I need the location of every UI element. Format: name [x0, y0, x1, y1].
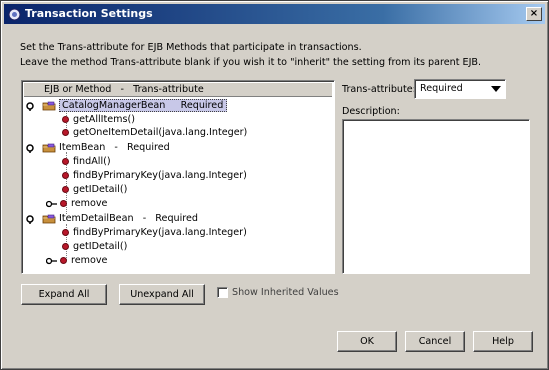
checkbox-box[interactable] [217, 287, 228, 298]
window-title: Transaction Settings [25, 7, 153, 20]
method-dot-icon [62, 129, 69, 136]
method-label: findByPrimaryKey(java.lang.Integer) [73, 170, 247, 181]
help-button[interactable]: Help [473, 331, 533, 352]
tree-row-bean[interactable]: CatalogManagerBean Required [26, 99, 228, 112]
method-label: findByPrimaryKey(java.lang.Integer) [73, 227, 247, 238]
description-area [342, 119, 530, 274]
show-inherited-checkbox[interactable]: Show Inherited Values [217, 287, 339, 298]
description-label: Description: [342, 106, 400, 117]
expand-all-button[interactable]: Expand All [21, 284, 107, 305]
method-label: getIDetail() [73, 184, 128, 195]
method-dot-icon [62, 116, 69, 123]
app-icon [7, 7, 21, 21]
tree-row-method[interactable]: findByPrimaryKey(java.lang.Integer) [62, 169, 247, 182]
method-dot-icon [62, 172, 69, 179]
method-label: findAll() [73, 156, 111, 167]
key-icon [26, 101, 34, 111]
tree-row-method[interactable]: getIDetail() [62, 240, 127, 253]
tree-row-bean[interactable]: ItemDetailBean - Required [26, 212, 198, 225]
trans-attribute-value: Required [420, 83, 463, 94]
show-inherited-label: Show Inherited Values [232, 287, 339, 298]
tree-row-method[interactable]: findByPrimaryKey(java.lang.Integer) [62, 226, 247, 239]
intro-line-1: Set the Trans-attribute for EJB Methods … [20, 42, 362, 53]
cancel-button[interactable]: Cancel [405, 331, 465, 352]
tree-row-remove[interactable]: remove [46, 197, 107, 210]
folder-icon [42, 143, 56, 152]
method-label: getOneItemDetail(java.lang.Integer) [73, 127, 248, 138]
method-dot-icon [60, 200, 67, 207]
key-icon [26, 214, 34, 224]
method-label: getIDetail() [73, 241, 128, 252]
dropdown-arrow-icon[interactable] [489, 82, 503, 96]
key-icon [46, 200, 57, 207]
remove-label: remove [71, 198, 108, 209]
key-icon [46, 257, 57, 264]
bean-label: ItemDetailBean - Required [59, 213, 199, 224]
remove-label: remove [71, 255, 108, 266]
tree-row-method[interactable]: getAllItems() [62, 113, 135, 126]
method-dot-icon [62, 158, 69, 165]
key-icon [26, 143, 34, 153]
folder-icon [42, 214, 56, 223]
intro-line-2: Leave the method Trans-attribute blank i… [20, 57, 482, 68]
method-dot-icon [62, 186, 69, 193]
ejb-method-tree[interactable]: EJB or Method - Trans-attribute CatalogM… [21, 80, 335, 274]
method-dot-icon [62, 243, 69, 250]
trans-attribute-select[interactable]: Required [414, 79, 506, 99]
folder-icon [42, 101, 56, 110]
method-dot-icon [60, 257, 67, 264]
method-label: getAllItems() [73, 114, 135, 125]
unexpand-all-button[interactable]: Unexpand All [119, 284, 205, 305]
transaction-settings-dialog: Transaction Settings × Set the Trans-att… [0, 0, 549, 370]
ok-button[interactable]: OK [337, 331, 397, 352]
tree-row-bean[interactable]: ItemBean - Required [26, 141, 170, 154]
title-bar[interactable]: Transaction Settings × [4, 4, 545, 24]
close-button[interactable]: × [526, 7, 542, 21]
tree-row-method[interactable]: getOneItemDetail(java.lang.Integer) [62, 126, 247, 139]
trans-attribute-label: Trans-attribute: [342, 84, 416, 95]
close-icon: × [529, 8, 539, 19]
tree-row-remove[interactable]: remove [46, 254, 107, 267]
method-dot-icon [62, 229, 69, 236]
tree-row-method[interactable]: findAll() [62, 155, 111, 168]
bean-label: ItemBean - Required [59, 142, 170, 153]
bean-label: CatalogManagerBean Required [59, 99, 228, 112]
tree-row-method[interactable]: getIDetail() [62, 183, 127, 196]
tree-header: EJB or Method - Trans-attribute [24, 83, 332, 97]
